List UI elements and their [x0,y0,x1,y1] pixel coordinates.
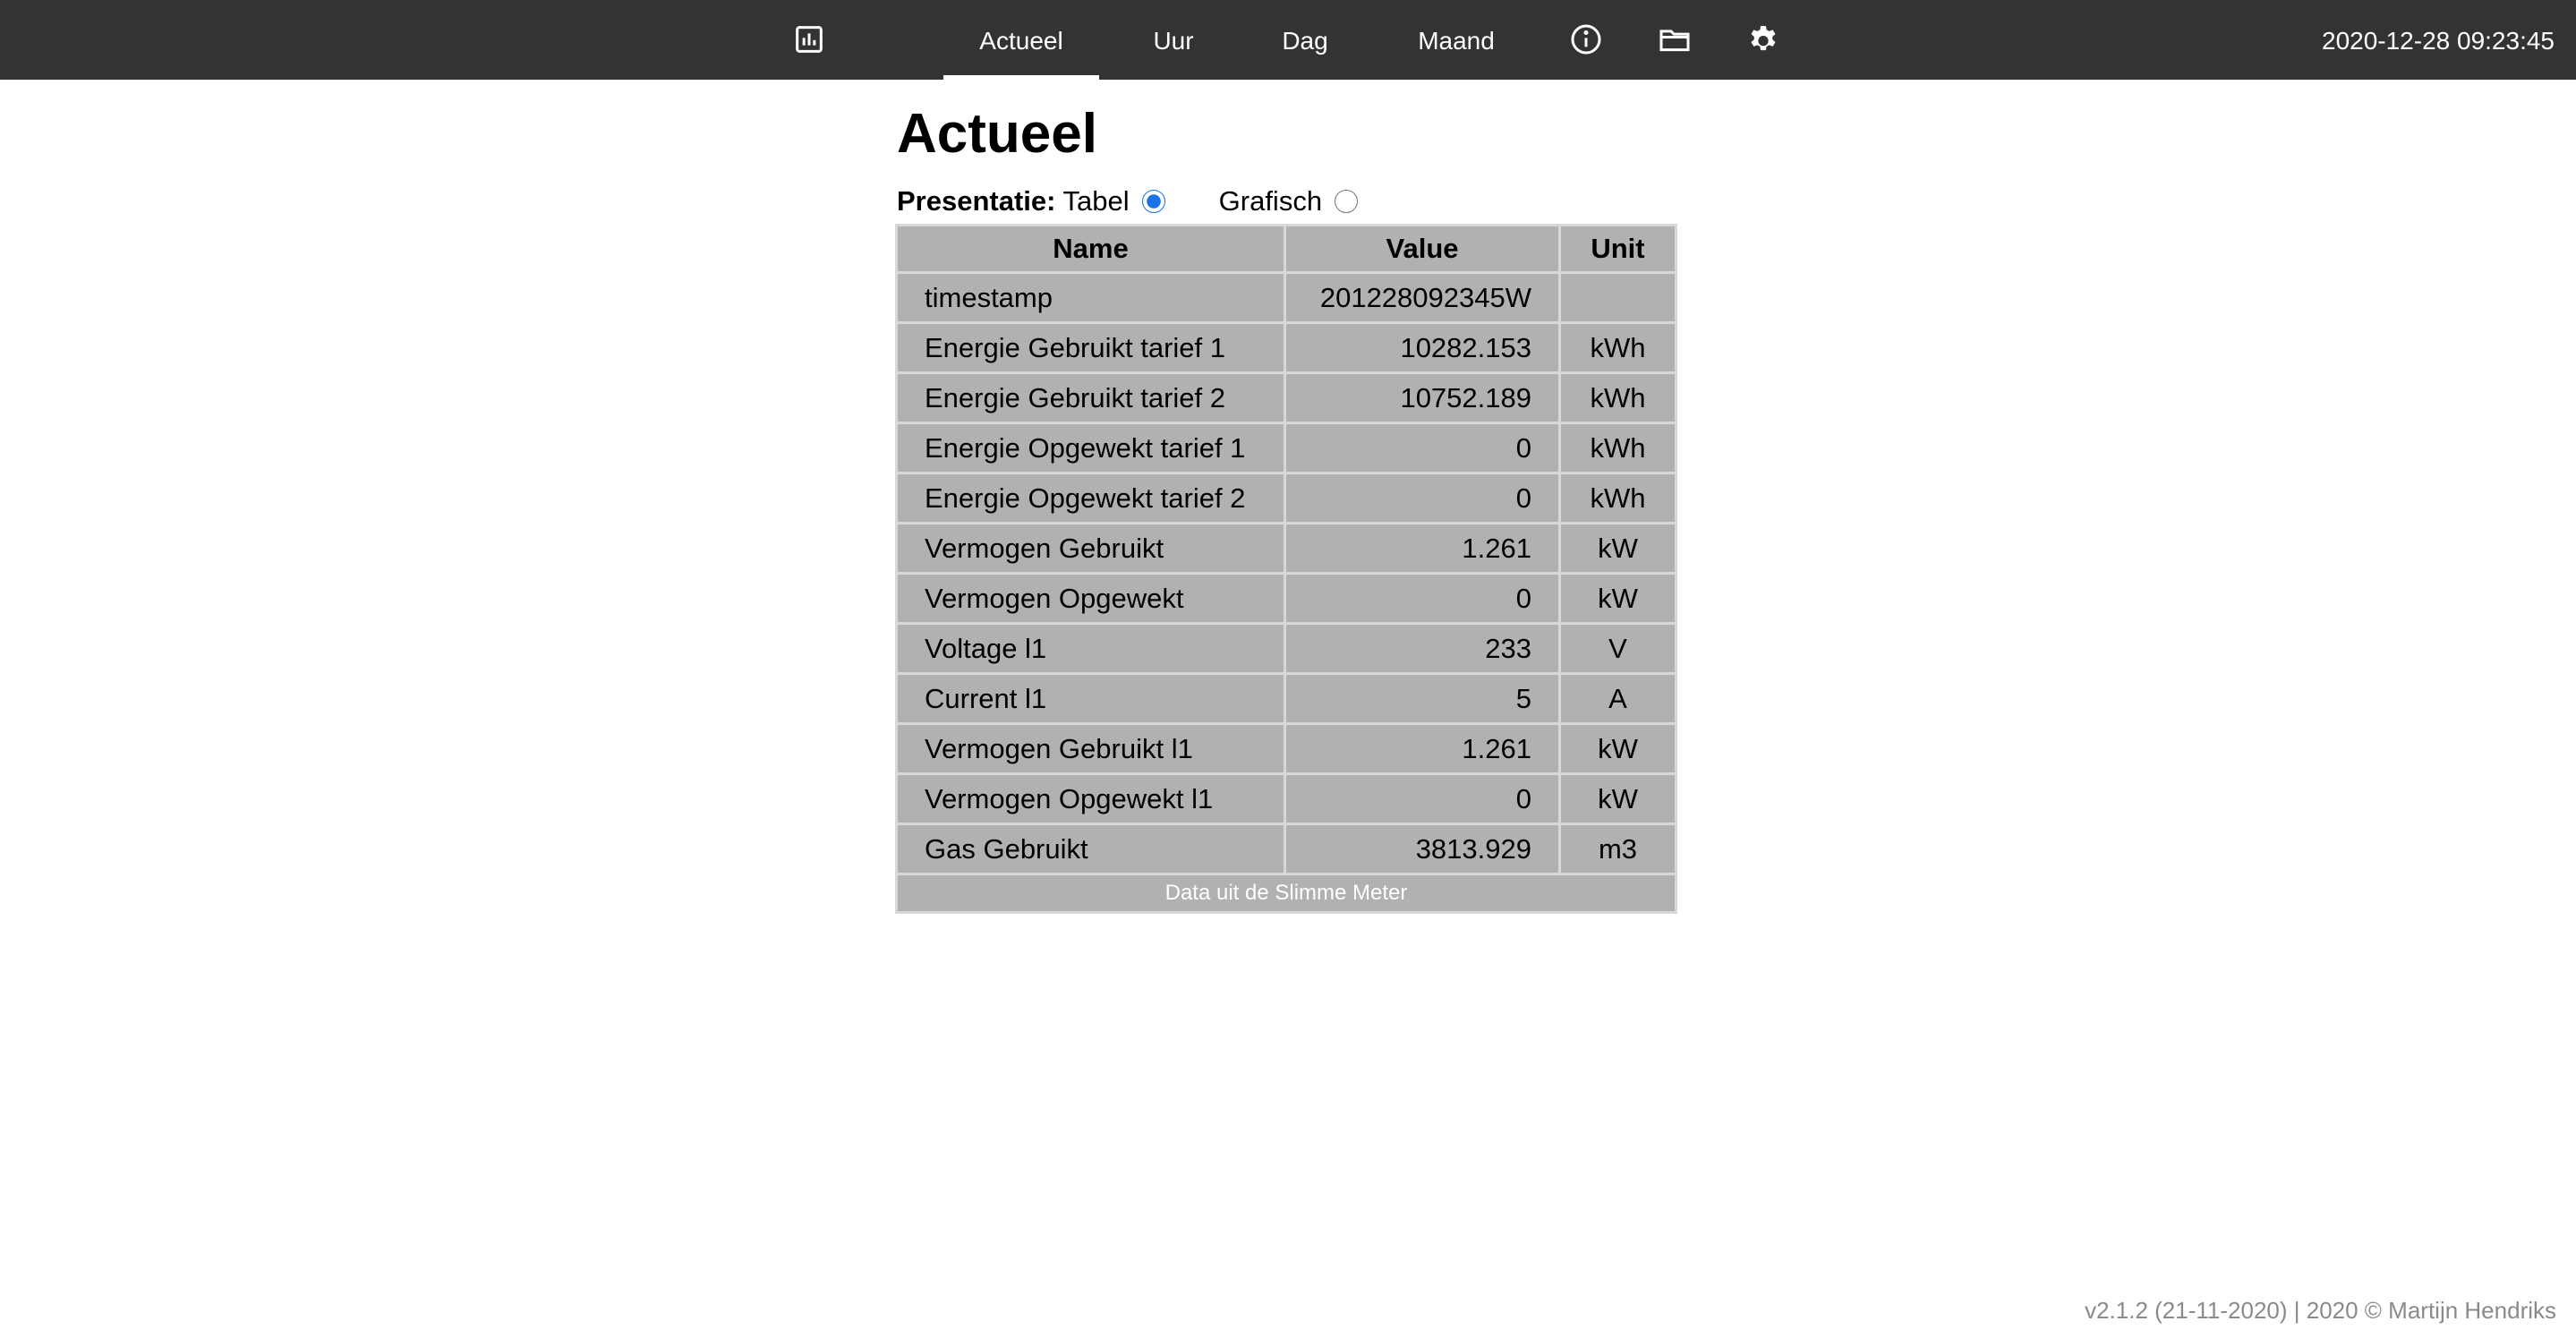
cell-value: 5 [1286,675,1558,722]
version-footer: v2.1.2 (21-11-2020) | 2020 © Martijn Hen… [2085,1297,2556,1324]
page-title: Actueel [897,103,1097,165]
table-caption: Data uit de Slimme Meter [898,875,1675,911]
info-icon[interactable] [1568,21,1604,57]
cell-unit [1561,274,1675,321]
cell-value: 201228092345W [1286,274,1558,321]
table-header-row: Name Value Unit [898,226,1675,271]
table-row: Vermogen Opgewekt l1 0 kW [898,775,1675,823]
cell-unit: kWh [1561,374,1675,422]
table-row: Energie Opgewekt tarief 2 0 kWh [898,474,1675,522]
cell-unit: kWh [1561,324,1675,371]
cell-unit: V [1561,625,1675,672]
header-unit: Unit [1561,226,1675,271]
cell-unit: m3 [1561,825,1675,873]
cell-name: Energie Opgewekt tarief 1 [898,424,1284,472]
table-row: Vermogen Gebruikt l1 1.261 kW [898,725,1675,772]
cell-unit: kW [1561,524,1675,572]
cell-name: Vermogen Gebruikt [898,524,1284,572]
main-content: Actueel Presentatie: Tabel Grafisch Name … [895,90,1685,914]
cell-unit: kW [1561,725,1675,772]
option-tabel-label: Tabel [1062,185,1130,217]
cell-unit: kW [1561,775,1675,823]
cell-name: Vermogen Opgewekt l1 [898,775,1284,823]
tab-maand[interactable]: Maand [1396,0,1516,80]
cell-unit: kWh [1561,474,1675,522]
cell-value: 233 [1286,625,1558,672]
top-navigation-bar: Actueel Uur Dag Maand 2020-12-28 09:23:4… [0,0,2576,80]
tab-actueel[interactable]: Actueel [943,0,1099,80]
cell-value: 1.261 [1286,725,1558,772]
cell-value: 10282.153 [1286,324,1558,371]
table-row: Vermogen Gebruikt 1.261 kW [898,524,1675,572]
table-row: Voltage l1 233 V [898,625,1675,672]
table-row: timestamp 201228092345W [898,274,1675,321]
option-grafisch-label: Grafisch [1218,185,1323,217]
current-datetime: 2020-12-28 09:23:45 [2322,27,2555,55]
cell-value: 0 [1286,424,1558,472]
cell-unit: A [1561,675,1675,722]
cell-name: timestamp [898,274,1284,321]
table-caption-row: Data uit de Slimme Meter [898,875,1675,911]
cell-name: Current l1 [898,675,1284,722]
gear-icon[interactable] [1745,21,1781,57]
option-grafisch-radio[interactable] [1335,190,1359,213]
bar-chart-icon[interactable] [791,21,827,57]
table-row: Energie Gebruikt tarief 2 10752.189 kWh [898,374,1675,422]
cell-name: Vermogen Gebruikt l1 [898,725,1284,772]
cell-value: 10752.189 [1286,374,1558,422]
table-row: Current l1 5 A [898,675,1675,722]
table-row: Gas Gebruikt 3813.929 m3 [898,825,1675,873]
table-row: Vermogen Opgewekt 0 kW [898,575,1675,622]
cell-unit: kWh [1561,424,1675,472]
cell-name: Vermogen Opgewekt [898,575,1284,622]
table-body: timestamp 201228092345W Energie Gebruikt t… [898,274,1675,873]
table-row: Energie Opgewekt tarief 1 0 kWh [898,424,1675,472]
cell-value: 0 [1286,474,1558,522]
cell-value: 3813.929 [1286,825,1558,873]
cell-value: 1.261 [1286,524,1558,572]
tab-uur[interactable]: Uur [1135,0,1212,80]
tab-dag[interactable]: Dag [1260,0,1350,80]
cell-unit: kW [1561,575,1675,622]
option-tabel-radio[interactable] [1141,190,1165,213]
table-row: Energie Gebruikt tarief 1 10282.153 kWh [898,324,1675,371]
data-table: Name Value Unit timestamp 201228092345W En… [895,224,1677,914]
header-name: Name [898,226,1284,271]
cell-value: 0 [1286,575,1558,622]
presentation-selector: Presentatie: Tabel Grafisch [897,179,1685,224]
cell-value: 0 [1286,775,1558,823]
header-value: Value [1286,226,1558,271]
cell-name: Gas Gebruikt [898,825,1284,873]
presentation-label: Presentatie: [897,185,1056,217]
cell-name: Energie Opgewekt tarief 2 [898,474,1284,522]
cell-name: Voltage l1 [898,625,1284,672]
folder-icon[interactable] [1657,21,1693,57]
cell-name: Energie Gebruikt tarief 2 [898,374,1284,422]
cell-name: Energie Gebruikt tarief 1 [898,324,1284,371]
